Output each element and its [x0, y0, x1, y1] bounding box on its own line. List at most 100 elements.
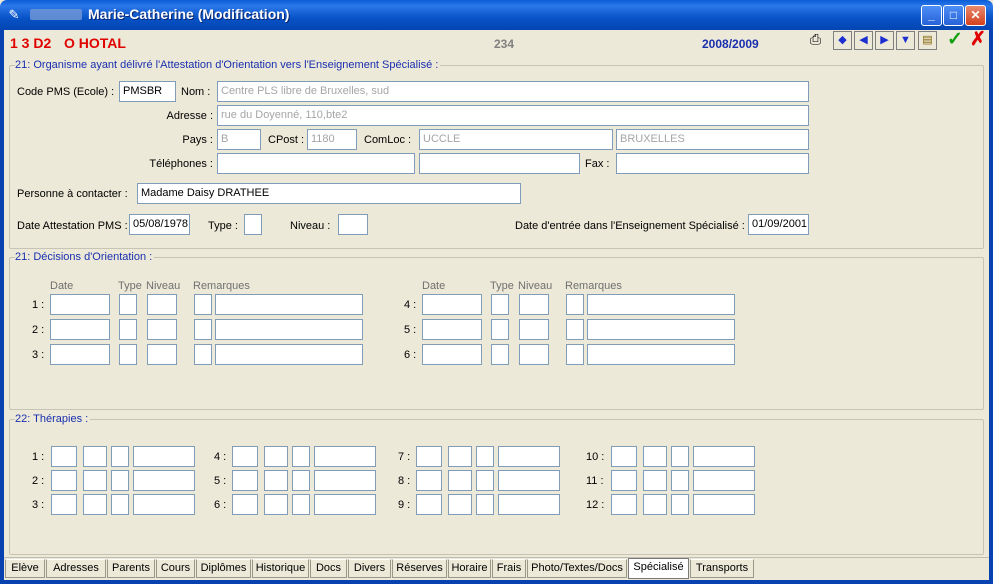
- decision-date-field[interactable]: [50, 344, 110, 365]
- therapy-field-a[interactable]: [51, 446, 77, 467]
- decision-type-field[interactable]: [119, 319, 137, 340]
- first-record-icon[interactable]: ◆: [833, 31, 852, 50]
- decision-remarques-field[interactable]: [215, 344, 363, 365]
- ville-field[interactable]: BRUXELLES: [616, 129, 809, 150]
- therapy-field-b[interactable]: [264, 494, 288, 515]
- therapy-field-c[interactable]: [476, 446, 494, 467]
- therapy-field-d[interactable]: [498, 494, 560, 515]
- therapy-field-a[interactable]: [611, 446, 637, 467]
- adresse-field[interactable]: rue du Doyenné, 110,bte2: [217, 105, 809, 126]
- tab-6[interactable]: Docs: [310, 559, 347, 578]
- therapy-field-c[interactable]: [111, 470, 129, 491]
- therapy-field-c[interactable]: [671, 494, 689, 515]
- tab-1[interactable]: Adresses: [46, 559, 106, 578]
- therapy-field-b[interactable]: [448, 446, 472, 467]
- decision-niveau-field[interactable]: [519, 294, 549, 315]
- therapy-field-a[interactable]: [51, 494, 77, 515]
- therapy-field-b[interactable]: [264, 470, 288, 491]
- tab-10[interactable]: Frais: [492, 559, 526, 578]
- previous-record-icon[interactable]: ◀: [854, 31, 873, 50]
- date-entree-field[interactable]: 01/09/2001: [748, 214, 809, 235]
- therapy-field-c[interactable]: [671, 470, 689, 491]
- comloc-field[interactable]: UCCLE: [419, 129, 613, 150]
- therapy-field-c[interactable]: [476, 494, 494, 515]
- decision-flag-field[interactable]: [566, 294, 584, 315]
- decision-niveau-field[interactable]: [519, 344, 549, 365]
- therapy-field-c[interactable]: [671, 446, 689, 467]
- tab-13[interactable]: Transports: [690, 559, 754, 578]
- maximize-button[interactable]: □: [943, 5, 964, 26]
- therapy-field-d[interactable]: [314, 446, 376, 467]
- tab-0[interactable]: Elève: [5, 559, 45, 578]
- telephone2-field[interactable]: [419, 153, 580, 174]
- telephone1-field[interactable]: [217, 153, 415, 174]
- tab-8[interactable]: Réserves: [392, 559, 447, 578]
- contact-field[interactable]: Madame Daisy DRATHEE: [137, 183, 521, 204]
- decision-type-field[interactable]: [491, 294, 509, 315]
- decision-flag-field[interactable]: [194, 344, 212, 365]
- tab-5[interactable]: Historique: [252, 559, 309, 578]
- cpost-field[interactable]: 1180: [307, 129, 357, 150]
- tab-9[interactable]: Horaire: [448, 559, 491, 578]
- minimize-button[interactable]: _: [921, 5, 942, 26]
- close-button[interactable]: ✕: [965, 5, 986, 26]
- decision-date-field[interactable]: [50, 294, 110, 315]
- therapy-field-b[interactable]: [448, 494, 472, 515]
- decision-date-field[interactable]: [422, 294, 482, 315]
- therapy-field-b[interactable]: [448, 470, 472, 491]
- decision-remarques-field[interactable]: [587, 319, 735, 340]
- cancel-icon[interactable]: ✗: [969, 30, 987, 50]
- therapy-field-c[interactable]: [111, 494, 129, 515]
- niveau-field[interactable]: [338, 214, 368, 235]
- therapy-field-d[interactable]: [693, 494, 755, 515]
- pays-field[interactable]: B: [217, 129, 261, 150]
- tab-7[interactable]: Divers: [348, 559, 391, 578]
- therapy-field-a[interactable]: [51, 470, 77, 491]
- therapy-field-b[interactable]: [264, 446, 288, 467]
- therapy-field-a[interactable]: [232, 494, 258, 515]
- therapy-field-c[interactable]: [292, 446, 310, 467]
- therapy-field-a[interactable]: [232, 446, 258, 467]
- decision-remarques-field[interactable]: [587, 294, 735, 315]
- decision-flag-field[interactable]: [566, 344, 584, 365]
- decision-remarques-field[interactable]: [587, 344, 735, 365]
- decision-remarques-field[interactable]: [215, 294, 363, 315]
- therapy-field-b[interactable]: [83, 470, 107, 491]
- code-pms-field[interactable]: PMSBR: [119, 81, 176, 102]
- therapy-field-b[interactable]: [643, 470, 667, 491]
- last-record-icon[interactable]: ▼: [896, 31, 915, 50]
- therapy-field-d[interactable]: [498, 470, 560, 491]
- tab-12[interactable]: Spécialisé: [628, 558, 689, 579]
- therapy-field-a[interactable]: [416, 446, 442, 467]
- therapy-field-d[interactable]: [133, 446, 195, 467]
- therapy-field-a[interactable]: [416, 494, 442, 515]
- decision-type-field[interactable]: [119, 294, 137, 315]
- decision-niveau-field[interactable]: [147, 319, 177, 340]
- decision-niveau-field[interactable]: [147, 344, 177, 365]
- next-record-icon[interactable]: ▶: [875, 31, 894, 50]
- therapy-field-c[interactable]: [292, 494, 310, 515]
- therapy-field-b[interactable]: [83, 494, 107, 515]
- tab-2[interactable]: Parents: [107, 559, 155, 578]
- decision-niveau-field[interactable]: [519, 319, 549, 340]
- therapy-field-d[interactable]: [314, 494, 376, 515]
- therapy-field-a[interactable]: [611, 470, 637, 491]
- therapy-field-a[interactable]: [611, 494, 637, 515]
- decision-type-field[interactable]: [491, 344, 509, 365]
- therapy-field-d[interactable]: [498, 446, 560, 467]
- date-attestation-field[interactable]: 05/08/1978: [129, 214, 190, 235]
- therapy-field-b[interactable]: [83, 446, 107, 467]
- type-field[interactable]: [244, 214, 262, 235]
- decision-niveau-field[interactable]: [147, 294, 177, 315]
- decision-flag-field[interactable]: [566, 319, 584, 340]
- therapy-field-b[interactable]: [643, 446, 667, 467]
- decision-date-field[interactable]: [50, 319, 110, 340]
- print-icon[interactable]: ⎙: [806, 31, 825, 50]
- tab-3[interactable]: Cours: [156, 559, 195, 578]
- tab-4[interactable]: Diplômes: [196, 559, 251, 578]
- therapy-field-d[interactable]: [693, 470, 755, 491]
- nom-field[interactable]: Centre PLS libre de Bruxelles, sud: [217, 81, 809, 102]
- decision-date-field[interactable]: [422, 344, 482, 365]
- therapy-field-b[interactable]: [643, 494, 667, 515]
- therapy-field-a[interactable]: [232, 470, 258, 491]
